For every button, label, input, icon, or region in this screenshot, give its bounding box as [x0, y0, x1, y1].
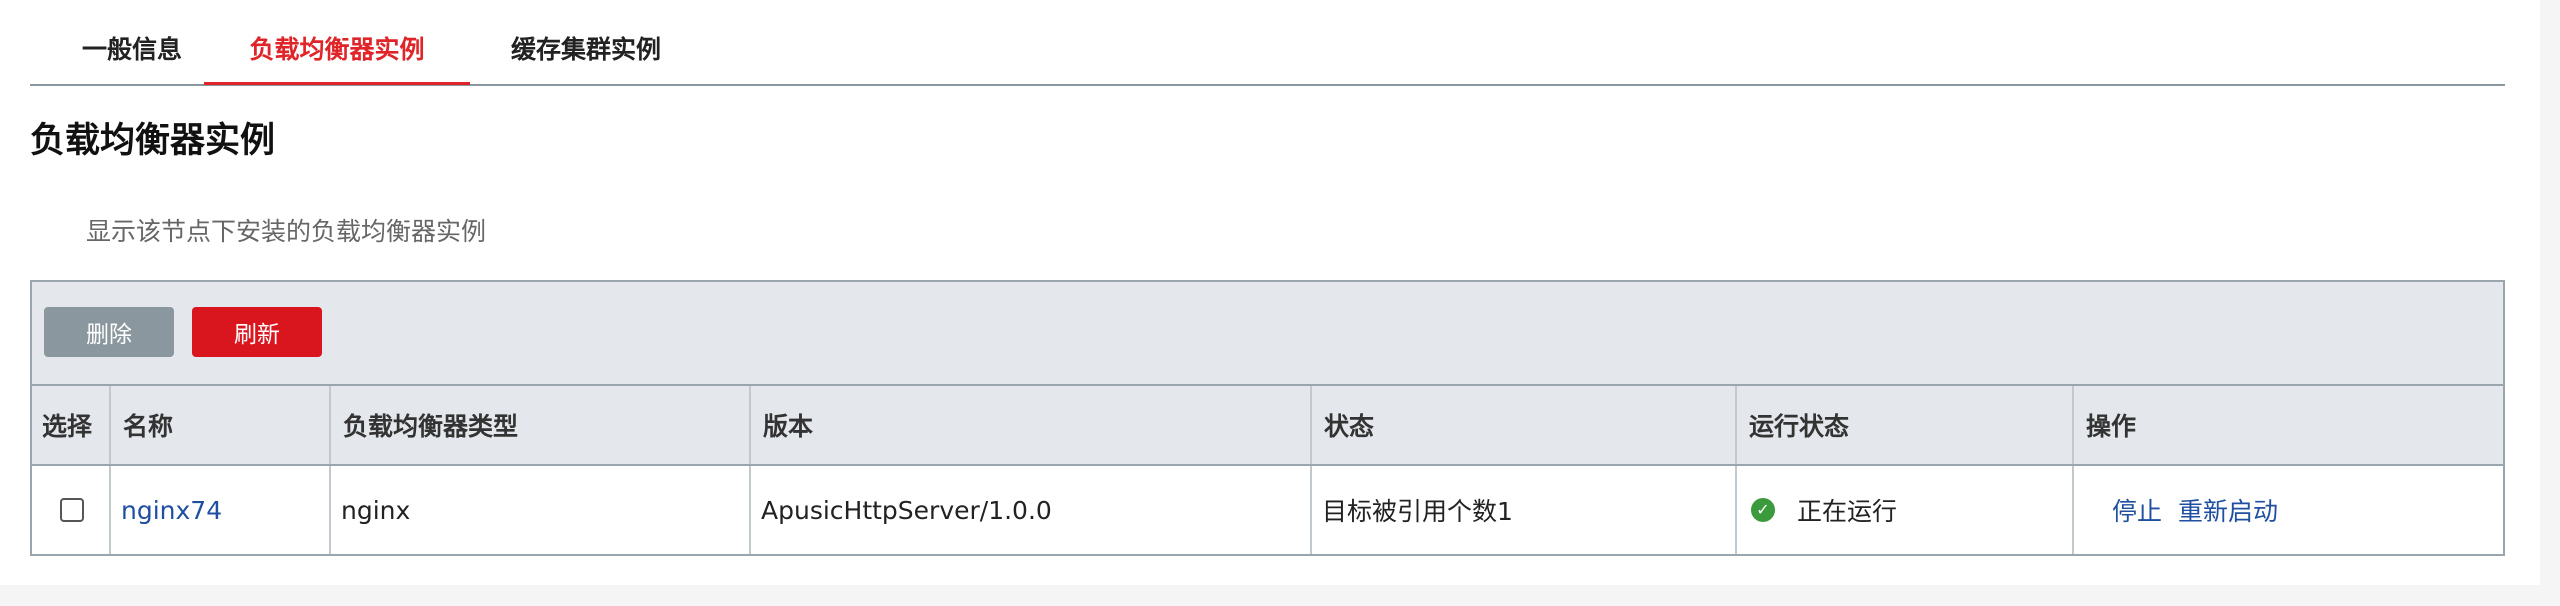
column-header-name[interactable]: 名称: [111, 386, 331, 464]
column-header-actions: 操作: [2086, 412, 2137, 441]
stop-link[interactable]: 停止: [2112, 492, 2162, 528]
section-description: 显示该节点下安装的负载均衡器实例: [86, 217, 487, 246]
instance-name-link[interactable]: nginx74: [121, 496, 222, 525]
instances-table: 删除 刷新 选择 名称 负载均衡器类型 版本 状态 运行状态 操作 nginx7…: [30, 280, 2505, 556]
actions-cell: 停止 重新启动: [2074, 466, 2505, 554]
table-toolbar: 删除 刷新: [32, 282, 2503, 386]
table-row: nginx74 nginx ApusicHttpServer/1.0.0 目标被…: [32, 466, 2503, 554]
refresh-button[interactable]: 刷新: [192, 307, 322, 357]
section-title: 负载均衡器实例: [30, 121, 276, 161]
node-detail-panel: 一般信息 负载均衡器实例 缓存集群实例 负载均衡器实例 显示该节点下安装的负载均…: [0, 0, 2540, 585]
delete-button[interactable]: 删除: [44, 307, 174, 357]
column-header-status[interactable]: 状态: [1312, 386, 1737, 464]
type-cell: nginx: [331, 466, 751, 554]
column-header-type[interactable]: 负载均衡器类型: [331, 386, 751, 464]
column-header-run-status[interactable]: 运行状态: [1737, 386, 2074, 464]
name-cell: nginx74: [111, 466, 331, 554]
table-header: 选择 名称 负载均衡器类型 版本 状态 运行状态 操作: [32, 386, 2503, 466]
run-status-cell: ✓ 正在运行: [1737, 466, 2074, 554]
column-header-select: 选择: [32, 386, 111, 464]
column-header-version[interactable]: 版本: [751, 386, 1312, 464]
restart-link[interactable]: 重新启动: [2178, 492, 2278, 528]
version-cell: ApusicHttpServer/1.0.0: [751, 466, 1312, 554]
select-cell: [32, 466, 111, 554]
run-status-text: 正在运行: [1797, 497, 1898, 526]
status-cell: 目标被引用个数1: [1312, 466, 1737, 554]
row-select-checkbox[interactable]: [60, 498, 84, 522]
tab-cache-cluster-instances[interactable]: 缓存集群实例: [470, 0, 702, 84]
check-circle-icon: ✓: [1751, 498, 1775, 522]
tab-load-balancer-instances[interactable]: 负载均衡器实例: [204, 0, 470, 85]
